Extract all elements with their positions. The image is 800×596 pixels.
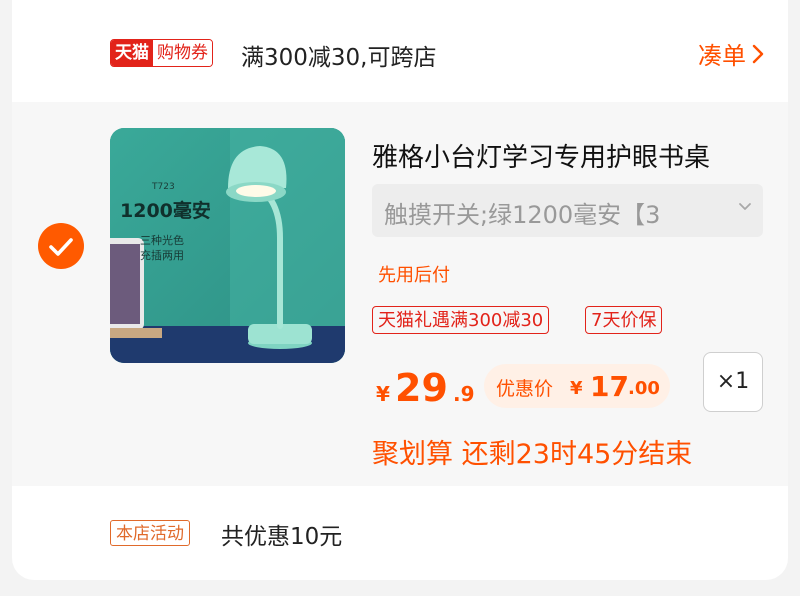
- cou-dan-button[interactable]: 凑单: [698, 36, 764, 71]
- pay-later-label: 先用后付: [378, 265, 450, 286]
- discount-price-pill: 优惠价 ¥ 17 .00: [484, 364, 670, 408]
- sku-selector[interactable]: 触摸开关;绿1200毫安【3: [372, 184, 763, 237]
- promo-bar[interactable]: 天猫 购物券 满300减30,可跨店 凑单: [12, 0, 788, 102]
- image-model-code: T723: [152, 182, 175, 192]
- quantity-stepper[interactable]: ×1: [703, 352, 763, 412]
- price-integer: 29: [395, 366, 448, 410]
- image-features-line1: 三种光色: [140, 234, 184, 247]
- discount-integer: 17: [590, 370, 629, 403]
- chevron-down-icon: [739, 203, 751, 210]
- chevron-right-icon: [752, 44, 764, 63]
- shop-activity-text[interactable]: 共优惠10元: [221, 517, 342, 551]
- promo-text: 满300减30,可跨店: [241, 45, 437, 71]
- discount-label: 优惠价: [496, 378, 554, 400]
- tmall-gift-badge: 天猫礼遇满300减30: [372, 306, 550, 334]
- juhuasuan-countdown: 聚划算 还剩23时45分结束: [372, 439, 693, 470]
- tmall-coupon-tag: 天猫 购物券: [110, 39, 213, 67]
- product-price: ¥ 29 .9: [376, 366, 475, 410]
- tmall-label: 天猫: [111, 40, 153, 66]
- item-checkbox[interactable]: [38, 223, 84, 269]
- checkmark-icon: [49, 238, 73, 256]
- image-capacity-text: 1200毫安: [120, 200, 211, 222]
- shop-activity-tag: 本店活动: [110, 520, 190, 546]
- cart-shop-card: 天猫 购物券 满300减30,可跨店 凑单 T723 1200毫安 三种光色 充…: [12, 0, 788, 580]
- discount-decimal: .00: [628, 378, 660, 399]
- discount-currency: ¥: [570, 378, 583, 399]
- image-features-line2: 充插两用: [140, 249, 184, 262]
- price-decimal: .9: [453, 382, 475, 406]
- coupon-label: 购物券: [153, 40, 212, 66]
- product-image[interactable]: T723 1200毫安 三种光色 充插两用: [110, 128, 345, 363]
- product-title[interactable]: 雅格小台灯学习专用护眼书桌: [372, 137, 772, 174]
- sku-text: 触摸开关;绿1200毫安【3: [384, 201, 661, 229]
- cou-dan-label: 凑单: [698, 42, 746, 70]
- price-currency: ¥: [376, 382, 390, 406]
- price-protect-badge: 7天价保: [585, 306, 663, 334]
